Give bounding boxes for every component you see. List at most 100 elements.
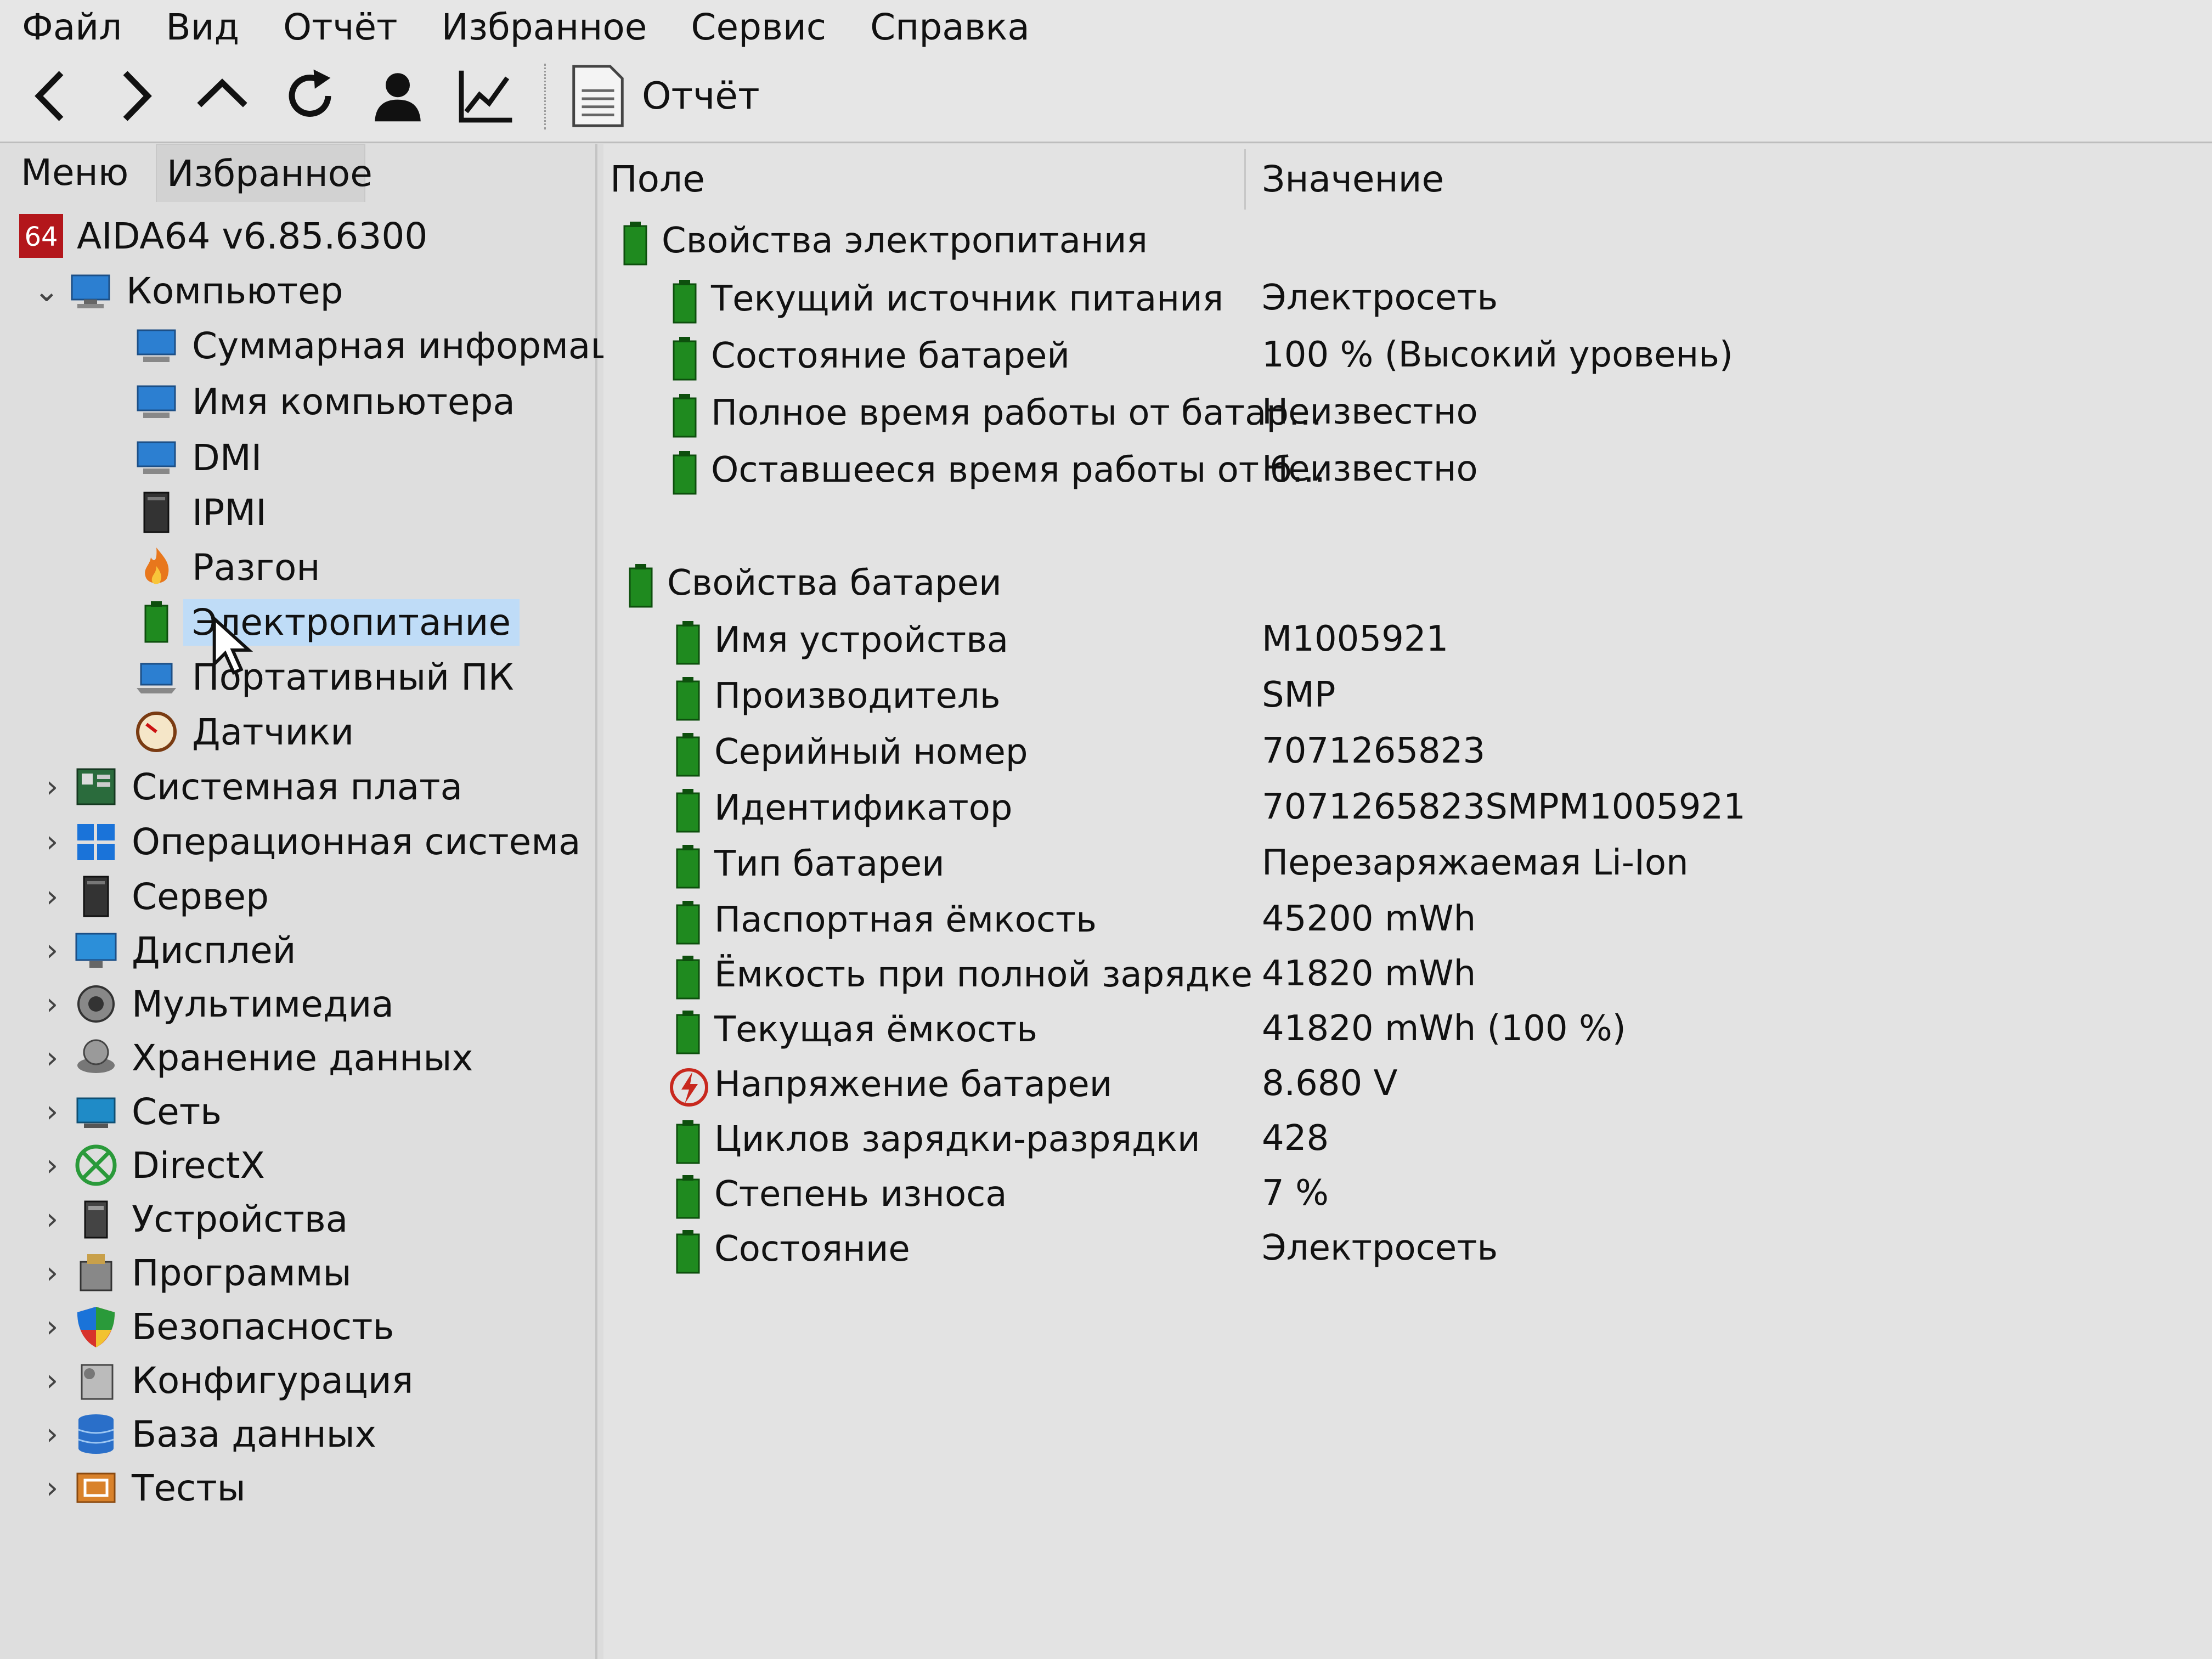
chevron-right-icon[interactable]: › [33, 1470, 71, 1506]
tab-favorites[interactable]: Избранное [156, 144, 373, 202]
tree-summary[interactable]: Суммарная информаци [132, 319, 639, 372]
menu-report[interactable]: Отчёт [261, 6, 419, 48]
tree-multimedia[interactable]: › Мультимедиа [33, 978, 394, 1030]
server-icon [71, 872, 121, 921]
network-icon [71, 1087, 121, 1136]
table-row[interactable]: Состояние батарей 100 % (Высокий уровень… [603, 331, 2212, 386]
chevron-right-icon[interactable]: › [33, 1201, 71, 1237]
svg-text:64: 64 [24, 222, 58, 252]
tree-overclock[interactable]: Разгон [132, 541, 320, 594]
chevron-right-icon[interactable]: › [33, 1363, 71, 1398]
table-row[interactable]: Производитель SMP [603, 672, 2212, 726]
report-button[interactable]: Отчёт [571, 60, 760, 132]
tree-network[interactable]: › Сеть [33, 1085, 222, 1138]
report-label: Отчёт [642, 74, 760, 118]
table-row[interactable]: Идентификатор 7071265823SMPM1005921 [603, 783, 2212, 838]
toolbar: Отчёт [0, 54, 2212, 143]
table-row[interactable]: Напряжение батареи 8.680 V [603, 1060, 2212, 1115]
storage-icon [71, 1033, 121, 1082]
chevron-right-icon[interactable]: › [33, 1417, 71, 1452]
chevron-right-icon[interactable]: › [33, 824, 71, 860]
menu-view[interactable]: Вид [144, 6, 261, 48]
back-button[interactable] [16, 60, 88, 132]
chart-button[interactable] [450, 60, 521, 132]
battery-icon [667, 843, 711, 891]
forward-button[interactable] [99, 60, 170, 132]
battery-icon [614, 219, 658, 268]
table-row[interactable]: Текущий источник питания Электросеть [603, 274, 2212, 329]
table-row[interactable]: Ёмкость при полной зарядке 41820 mWh [603, 950, 2212, 1005]
battery-icon [664, 278, 708, 326]
computer-icon [132, 433, 181, 482]
chevron-right-icon[interactable]: › [33, 1309, 71, 1345]
devices-icon [71, 1194, 121, 1244]
chevron-right-icon[interactable]: › [33, 1040, 71, 1076]
tree-motherboard[interactable]: › Системная плата [33, 760, 462, 813]
user-button[interactable] [362, 60, 433, 132]
tree-storage[interactable]: › Хранение данных [33, 1031, 473, 1084]
menu-help[interactable]: Справка [848, 6, 1052, 48]
section-battery[interactable]: Свойства батареи [603, 558, 2212, 613]
programs-icon [71, 1248, 121, 1297]
menu-favorites[interactable]: Избранное [420, 6, 669, 48]
battery-icon [667, 1173, 711, 1221]
tree-security[interactable]: › Безопасность [33, 1300, 394, 1353]
tree-config[interactable]: › Конфигурация [33, 1354, 414, 1407]
computer-icon [132, 377, 181, 426]
menu-tools[interactable]: Сервис [669, 6, 848, 48]
refresh-button[interactable] [274, 60, 346, 132]
config-icon [71, 1356, 121, 1405]
table-row[interactable]: Паспортная ёмкость 45200 mWh [603, 895, 2212, 950]
chevron-right-icon[interactable]: › [33, 769, 71, 805]
tree-computer-name[interactable]: Имя компьютера [132, 375, 515, 428]
chevron-right-icon[interactable]: › [33, 1148, 71, 1183]
motherboard-icon [71, 762, 121, 811]
speaker-icon [71, 979, 121, 1029]
toolbar-separator [544, 64, 548, 129]
tree-sensors[interactable]: Датчики [132, 706, 354, 758]
tree-display[interactable]: › Дисплей [33, 924, 296, 977]
tree-ipmi[interactable]: IPMI [132, 486, 267, 539]
table-row[interactable]: Степень износа 7 % [603, 1170, 2212, 1224]
battery-icon [667, 1228, 711, 1276]
table-row[interactable]: Полное время работы от батар... Неизвест… [603, 388, 2212, 443]
tree-computer[interactable]: ⌄ Компьютер [27, 264, 343, 317]
menu-file[interactable]: Файл [0, 6, 144, 48]
gauge-icon [132, 707, 181, 757]
chevron-right-icon[interactable]: › [33, 879, 71, 915]
table-row[interactable]: Тип батареи Перезаряжаемая Li-Ion [603, 839, 2212, 894]
flame-icon [132, 543, 181, 592]
tree-os[interactable]: › Операционная система [33, 815, 581, 868]
battery-icon [664, 335, 708, 383]
table-row[interactable]: Оставшееся время работы от б... Неизвест… [603, 445, 2212, 500]
tree-database[interactable]: › База данных [33, 1408, 376, 1460]
tree-directx[interactable]: › DirectX [33, 1139, 265, 1192]
tree-devices[interactable]: › Устройства [33, 1193, 348, 1245]
table-row[interactable]: Циклов зарядки-разрядки 428 [603, 1115, 2212, 1170]
tree-power[interactable]: Электропитание [132, 596, 520, 648]
tree-laptop[interactable]: Портативный ПК [132, 651, 514, 703]
section-power[interactable]: Свойства электропитания [603, 216, 2212, 271]
tree-tests[interactable]: › Тесты [33, 1462, 246, 1514]
chevron-right-icon[interactable]: › [33, 986, 71, 1022]
table-row[interactable]: Имя устройства M1005921 [603, 616, 2212, 670]
table-row[interactable]: Текущая ёмкость 41820 mWh (100 %) [603, 1005, 2212, 1060]
tree-programs[interactable]: › Программы [33, 1246, 352, 1299]
forward-icon [123, 71, 152, 121]
tree-server[interactable]: › Сервер [33, 870, 269, 923]
up-button[interactable] [187, 60, 258, 132]
column-value-header[interactable]: Значение [1262, 158, 1444, 200]
table-row[interactable]: Серийный номер 7071265823 [603, 727, 2212, 782]
table-row[interactable]: Состояние Электросеть [603, 1224, 2212, 1279]
chevron-down-icon[interactable]: ⌄ [27, 273, 66, 309]
tab-menu[interactable]: Меню [16, 144, 147, 201]
battery-icon [667, 619, 711, 667]
chevron-right-icon[interactable]: › [33, 933, 71, 968]
tree-root[interactable]: 64 AIDA64 v6.85.6300 [16, 210, 427, 262]
database-icon [71, 1409, 121, 1459]
tree-dmi[interactable]: DMI [132, 431, 262, 484]
column-field-header[interactable]: Поле [610, 158, 705, 200]
column-divider[interactable] [1244, 149, 1246, 210]
chevron-right-icon[interactable]: › [33, 1255, 71, 1291]
chevron-right-icon[interactable]: › [33, 1094, 71, 1130]
